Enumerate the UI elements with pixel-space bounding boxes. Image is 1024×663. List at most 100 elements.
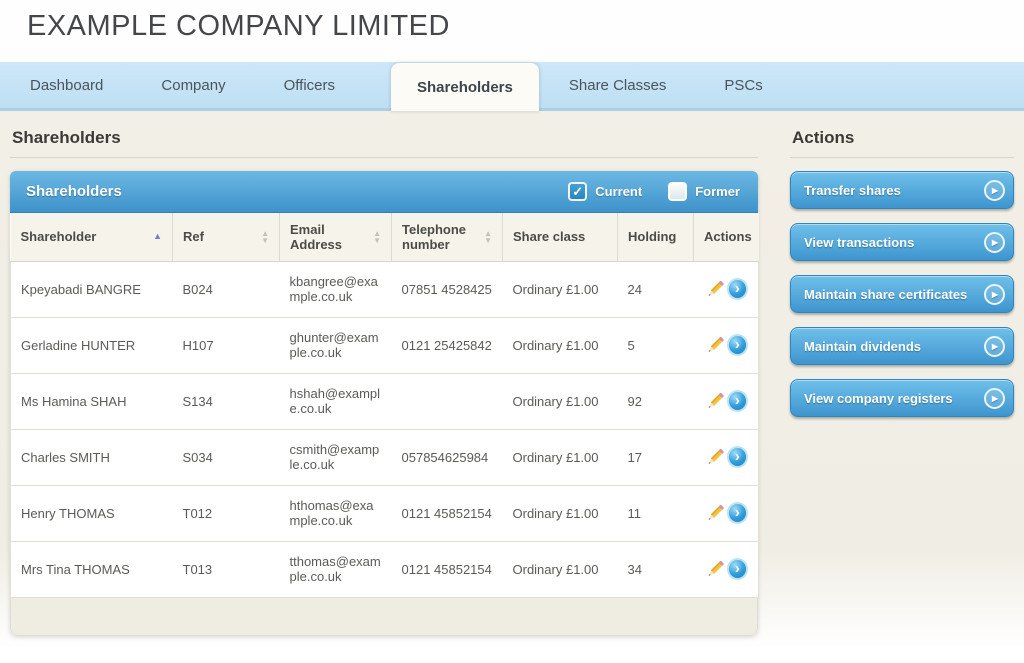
- actions-cell: ›: [694, 373, 759, 429]
- shareholders-panel: Shareholders Current Former Shareholde: [10, 171, 758, 636]
- share-class-cell: Ordinary £1.00: [503, 541, 618, 597]
- shareholders-table: Shareholder ▲ Ref ▲▼ Email Address ▲▼: [10, 213, 759, 598]
- table-row: Gerladine HUNTER H107 ghunter@example.co…: [11, 317, 759, 373]
- shareholder-name-cell: Mrs Tina THOMAS: [11, 541, 173, 597]
- edit-pencil-icon[interactable]: [704, 389, 727, 413]
- tab-company[interactable]: Company: [159, 73, 227, 98]
- sort-icon[interactable]: ▲▼: [484, 230, 492, 244]
- tab-shareholders[interactable]: Shareholders: [391, 63, 539, 111]
- maintain-dividends-button[interactable]: Maintain dividends: [790, 327, 1014, 365]
- open-shareholder-chevron-icon[interactable]: ›: [727, 390, 748, 412]
- actions-cell: ›: [694, 541, 759, 597]
- sort-ascending-icon[interactable]: ▲: [153, 232, 162, 241]
- panel-footer: [10, 598, 758, 636]
- email-cell: kbangree@example.co.uk: [280, 261, 392, 317]
- share-class-cell: Ordinary £1.00: [503, 317, 618, 373]
- former-checkbox-label[interactable]: Former: [695, 184, 740, 199]
- holding-cell: 92: [618, 373, 694, 429]
- ref-cell: S034: [173, 429, 280, 485]
- view-transactions-button[interactable]: View transactions: [790, 223, 1014, 261]
- telephone-cell: 0121 45852154: [392, 541, 503, 597]
- play-circle-icon: [984, 388, 1005, 409]
- holding-cell: 11: [618, 485, 694, 541]
- ref-cell: S134: [173, 373, 280, 429]
- email-cell: csmith@example.co.uk: [280, 429, 392, 485]
- tab-officers[interactable]: Officers: [282, 73, 337, 98]
- table-row: Mrs Tina THOMAS T013 tthomas@example.co.…: [11, 541, 759, 597]
- sort-icon[interactable]: ▲▼: [261, 230, 269, 244]
- column-header-actions: Actions: [694, 213, 759, 261]
- company-title: EXAMPLE COMPANY LIMITED: [27, 10, 1024, 43]
- play-circle-icon: [984, 284, 1005, 305]
- table-row: Kpeyabadi BANGRE B024 kbangree@example.c…: [11, 261, 759, 317]
- column-header-email[interactable]: Email Address ▲▼: [280, 213, 392, 261]
- email-cell: ghunter@example.co.uk: [280, 317, 392, 373]
- actions-cell: ›: [694, 261, 759, 317]
- play-circle-icon: [984, 180, 1005, 201]
- open-shareholder-chevron-icon[interactable]: ›: [727, 334, 748, 356]
- telephone-cell: 07851 4528425: [392, 261, 503, 317]
- holding-cell: 24: [618, 261, 694, 317]
- edit-pencil-icon[interactable]: [704, 557, 727, 581]
- email-cell: hshah@example.co.uk: [280, 373, 392, 429]
- table-header-row: Shareholder ▲ Ref ▲▼ Email Address ▲▼: [11, 213, 759, 261]
- shareholder-name-cell: Charles SMITH: [11, 429, 173, 485]
- column-header-shareholder[interactable]: Shareholder ▲: [11, 213, 173, 261]
- page-title: Shareholders: [10, 128, 758, 148]
- current-checkbox[interactable]: [568, 182, 587, 201]
- open-shareholder-chevron-icon[interactable]: ›: [727, 446, 748, 468]
- actions-sidebar: Actions Transfer shares View transaction…: [790, 128, 1014, 660]
- shareholder-name-cell: Kpeyabadi BANGRE: [11, 261, 173, 317]
- tab-share-classes[interactable]: Share Classes: [567, 73, 669, 98]
- ref-cell: B024: [173, 261, 280, 317]
- telephone-cell: 0121 45852154: [392, 485, 503, 541]
- page-content: Shareholders Shareholders Current Former: [0, 111, 1024, 660]
- edit-pencil-icon[interactable]: [704, 501, 727, 525]
- edit-pencil-icon[interactable]: [704, 445, 727, 469]
- tab-dashboard[interactable]: Dashboard: [28, 73, 105, 98]
- app-header: EXAMPLE COMPANY LIMITED: [0, 0, 1024, 62]
- share-class-cell: Ordinary £1.00: [503, 261, 618, 317]
- shareholder-name-cell: Gerladine HUNTER: [11, 317, 173, 373]
- telephone-cell: [392, 373, 503, 429]
- ref-cell: T012: [173, 485, 280, 541]
- share-class-cell: Ordinary £1.00: [503, 485, 618, 541]
- panel-header: Shareholders Current Former: [10, 171, 758, 213]
- share-class-cell: Ordinary £1.00: [503, 373, 618, 429]
- column-header-ref[interactable]: Ref ▲▼: [173, 213, 280, 261]
- current-checkbox-label[interactable]: Current: [595, 184, 642, 199]
- telephone-cell: 057854625984: [392, 429, 503, 485]
- transfer-shares-button[interactable]: Transfer shares: [790, 171, 1014, 209]
- status-filters: Current Former: [568, 182, 744, 201]
- actions-heading: Actions: [790, 128, 1014, 148]
- table-row: Ms Hamina SHAH S134 hshah@example.co.uk …: [11, 373, 759, 429]
- edit-pencil-icon[interactable]: [704, 333, 727, 357]
- share-class-cell: Ordinary £1.00: [503, 429, 618, 485]
- divider: [790, 157, 1014, 158]
- play-circle-icon: [984, 336, 1005, 357]
- tab-pscs[interactable]: PSCs: [722, 73, 764, 98]
- tab-bar: Dashboard Company Officers Shareholders …: [0, 62, 1024, 111]
- former-checkbox[interactable]: [668, 182, 687, 201]
- email-cell: hthomas@example.co.uk: [280, 485, 392, 541]
- edit-pencil-icon[interactable]: [704, 277, 727, 301]
- open-shareholder-chevron-icon[interactable]: ›: [727, 278, 748, 300]
- column-header-holding: Holding: [618, 213, 694, 261]
- shareholder-name-cell: Henry THOMAS: [11, 485, 173, 541]
- column-header-telephone[interactable]: Telephone number ▲▼: [392, 213, 503, 261]
- view-company-registers-button[interactable]: View company registers: [790, 379, 1014, 417]
- column-header-share-class: Share class: [503, 213, 618, 261]
- actions-cell: ›: [694, 317, 759, 373]
- shareholders-section: Shareholders Shareholders Current Former: [10, 128, 758, 660]
- shareholder-name-cell: Ms Hamina SHAH: [11, 373, 173, 429]
- holding-cell: 17: [618, 429, 694, 485]
- divider: [10, 157, 758, 158]
- ref-cell: T013: [173, 541, 280, 597]
- actions-cell: ›: [694, 485, 759, 541]
- open-shareholder-chevron-icon[interactable]: ›: [727, 558, 748, 580]
- open-shareholder-chevron-icon[interactable]: ›: [727, 502, 748, 524]
- maintain-share-certificates-button[interactable]: Maintain share certificates: [790, 275, 1014, 313]
- table-row: Henry THOMAS T012 hthomas@example.co.uk …: [11, 485, 759, 541]
- email-cell: tthomas@example.co.uk: [280, 541, 392, 597]
- sort-icon[interactable]: ▲▼: [373, 230, 381, 244]
